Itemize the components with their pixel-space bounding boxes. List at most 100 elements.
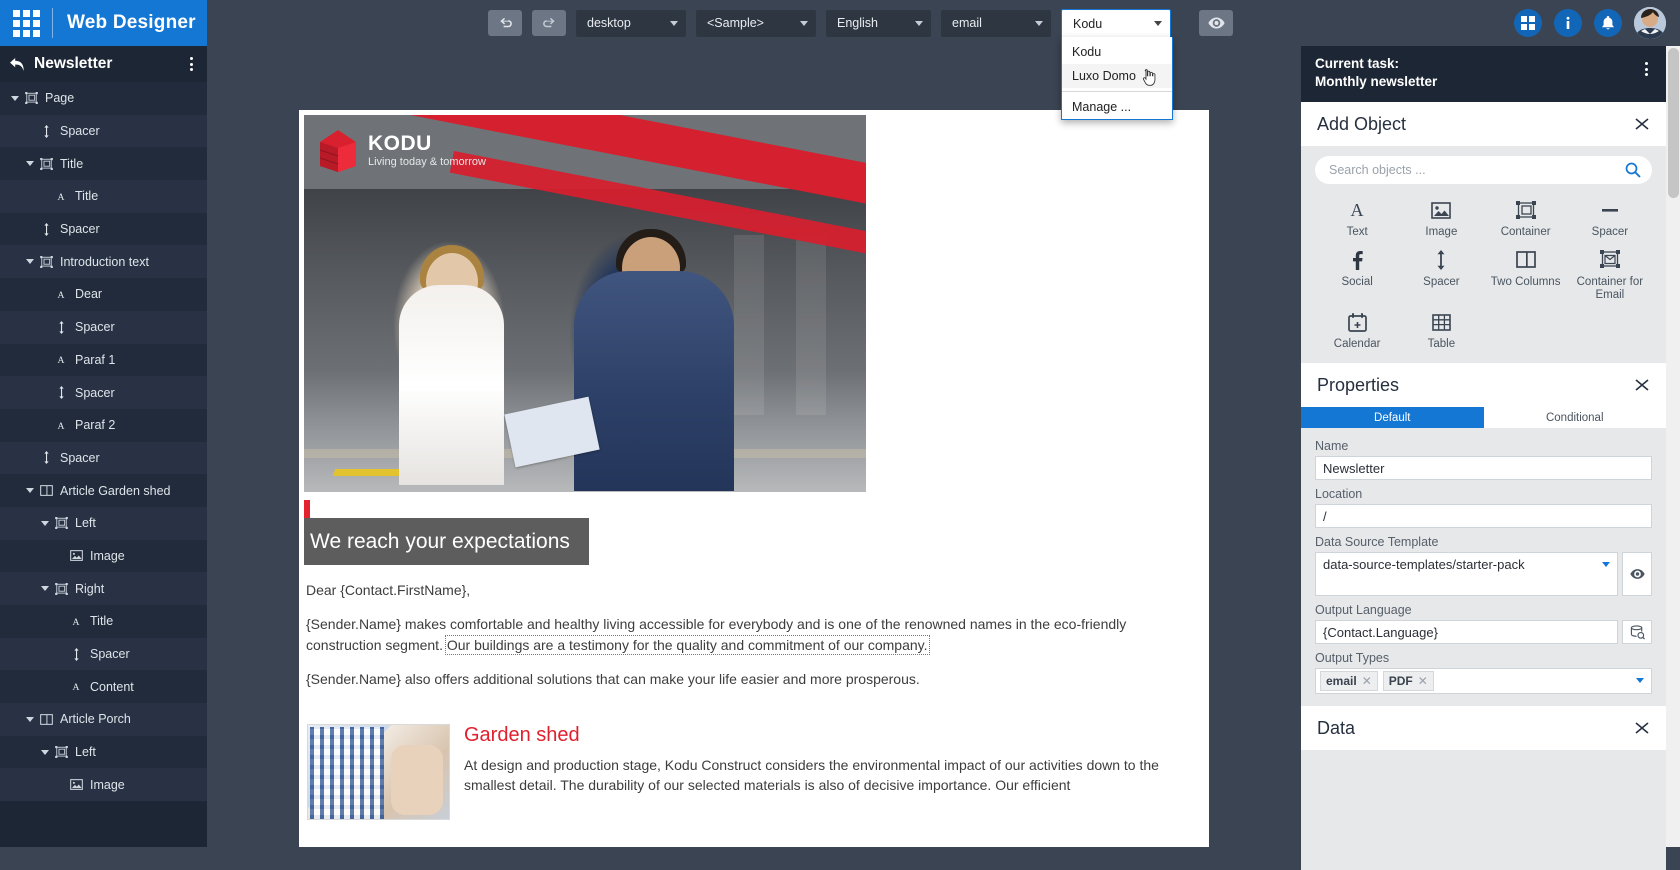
tree-item-spacer[interactable]: Spacer — [0, 310, 207, 344]
add-object-text[interactable]: A Text — [1315, 198, 1399, 239]
tree-item-right[interactable]: Right — [0, 572, 207, 605]
tree-expand-toggle[interactable] — [23, 259, 37, 265]
chevron-down-icon — [41, 586, 49, 592]
scrollbar-thumb[interactable] — [1668, 48, 1679, 198]
add-object-two-columns[interactable]: Two Columns — [1484, 248, 1568, 302]
notifications-bell-icon[interactable] — [1594, 9, 1622, 37]
tab-conditional[interactable]: Conditional — [1483, 407, 1666, 429]
brand-select[interactable]: Kodu — [1061, 8, 1171, 38]
location-field[interactable]: / — [1315, 504, 1652, 529]
sample-select[interactable]: <Sample> — [696, 9, 816, 37]
tree-item-title[interactable]: A Title — [0, 605, 207, 638]
add-object-title: Add Object — [1317, 113, 1407, 134]
data-source-template-select[interactable]: data-source-templates/starter-pack — [1315, 552, 1618, 597]
more-vertical-icon[interactable] — [186, 53, 197, 75]
redo-icon[interactable] — [532, 10, 566, 36]
chevron-collapse-icon[interactable] — [1634, 720, 1650, 736]
tree-item-spacer[interactable]: Spacer — [0, 637, 207, 671]
search-icon[interactable] — [1625, 162, 1641, 179]
paragraph-intro[interactable]: {Sender.Name} makes comfortable and heal… — [306, 614, 1202, 655]
add-object-calendar[interactable]: Calendar — [1315, 310, 1399, 351]
apps-grid-icon[interactable] — [0, 0, 52, 46]
close-icon[interactable]: ✕ — [1362, 674, 1372, 688]
info-icon[interactable] — [1554, 9, 1582, 37]
output-select[interactable]: email — [941, 9, 1051, 37]
tree-item-paraf-2[interactable]: A Paraf 2 — [0, 408, 207, 442]
tree-expand-toggle[interactable] — [38, 586, 52, 592]
page-scrollbar[interactable] — [1666, 46, 1680, 847]
chevron-down-icon[interactable] — [1636, 678, 1644, 684]
tree-expand-toggle[interactable] — [38, 749, 52, 755]
paragraph-greeting[interactable]: Dear {Contact.FirstName}, — [306, 580, 1202, 600]
user-avatar[interactable] — [1634, 7, 1666, 39]
tree-expand-toggle[interactable] — [23, 716, 37, 722]
tree-item-dear[interactable]: A Dear — [0, 278, 207, 311]
design-canvas[interactable]: KODU Living today & tomorrow We reach yo… — [207, 46, 1301, 847]
device-select[interactable]: desktop — [576, 9, 686, 37]
eye-icon[interactable] — [1199, 10, 1233, 36]
article-garden-shed[interactable]: Garden shed At design and production sta… — [307, 724, 1197, 820]
output-types-field[interactable]: email ✕ PDF ✕ — [1315, 668, 1652, 695]
tree-item-image[interactable]: Image — [0, 768, 207, 802]
tree-item-article-garden-shed[interactable]: Article Garden shed — [0, 474, 207, 507]
more-vertical-icon[interactable] — [1641, 58, 1652, 80]
add-object-spacer-line[interactable]: Spacer — [1568, 198, 1652, 239]
tree-expand-toggle[interactable] — [23, 488, 37, 494]
tree-item-content[interactable]: A Content — [0, 670, 207, 704]
add-object-table[interactable]: Table — [1399, 310, 1483, 351]
facebook-icon — [1350, 248, 1364, 272]
output-language-field[interactable]: {Contact.Language} — [1315, 620, 1618, 645]
tree-item-introduction-text[interactable]: Introduction text — [0, 245, 207, 279]
paragraph-selected-sentence[interactable]: Our buildings are a testimony for the qu… — [444, 634, 930, 655]
container-icon — [22, 92, 40, 105]
tree-item-spacer[interactable]: Spacer — [0, 114, 207, 148]
tree-item-spacer[interactable]: Spacer — [0, 212, 207, 246]
apps-icon[interactable] — [1514, 9, 1542, 37]
name-field[interactable]: Newsletter — [1315, 456, 1652, 481]
tree-item-page[interactable]: Page — [0, 82, 207, 115]
back-arrow-icon[interactable] — [10, 57, 30, 71]
tree-item-title[interactable]: A Title — [0, 180, 207, 213]
tree-expand-toggle[interactable] — [23, 161, 37, 167]
tree-item-article-porch[interactable]: Article Porch — [0, 703, 207, 736]
properties-header: Properties — [1301, 363, 1666, 408]
paragraph-additional[interactable]: {Sender.Name} also offers additional sol… — [306, 669, 1202, 689]
brand-option-kodu[interactable]: Kodu — [1062, 40, 1172, 64]
search-input[interactable] — [1315, 156, 1652, 185]
tree-item-left[interactable]: Left — [0, 506, 207, 540]
article-text[interactable]: At design and production stage, Kodu Con… — [464, 755, 1197, 796]
add-object-container-email[interactable]: Container for Email — [1568, 248, 1652, 302]
chevron-collapse-icon[interactable] — [1634, 377, 1650, 393]
article-title[interactable]: Garden shed — [464, 724, 1197, 747]
tree-item-paraf-1[interactable]: A Paraf 1 — [0, 343, 207, 377]
close-icon[interactable]: ✕ — [1418, 674, 1428, 688]
hero-title-band[interactable]: We reach your expectations — [304, 518, 589, 565]
chevron-collapse-icon[interactable] — [1634, 116, 1650, 132]
tab-default[interactable]: Default — [1301, 407, 1484, 429]
tree-item-spacer[interactable]: Spacer — [0, 376, 207, 409]
svg-text:A: A — [73, 682, 80, 693]
article-image[interactable] — [307, 724, 450, 820]
tree-expand-toggle[interactable] — [8, 95, 22, 101]
tree-expand-toggle[interactable] — [38, 520, 52, 526]
add-object-spacer[interactable]: Spacer — [1399, 248, 1483, 302]
output-type-chip[interactable]: email ✕ — [1320, 671, 1378, 692]
brand-option-manage[interactable]: Manage ... — [1062, 95, 1172, 119]
tree-item-left[interactable]: Left — [0, 735, 207, 769]
data-source-preview-button[interactable] — [1622, 552, 1652, 597]
tree-item-image[interactable]: Image — [0, 539, 207, 573]
add-object-image[interactable]: Image — [1399, 198, 1483, 239]
tree-item-title[interactable]: Title — [0, 147, 207, 181]
spacer-icon — [67, 647, 85, 661]
email-page[interactable]: KODU Living today & tomorrow We reach yo… — [299, 110, 1209, 847]
brand-option-luxo-domo[interactable]: Luxo Domo — [1062, 63, 1172, 88]
add-object-container[interactable]: Container — [1484, 198, 1568, 239]
tree-item-spacer[interactable]: Spacer — [0, 441, 207, 475]
database-search-button[interactable] — [1622, 620, 1652, 645]
hero-image[interactable]: KODU Living today & tomorrow — [304, 115, 866, 492]
current-task-header: Current task: Monthly newsletter — [1301, 46, 1666, 103]
output-type-chip[interactable]: PDF ✕ — [1382, 671, 1434, 692]
undo-icon[interactable] — [488, 10, 522, 36]
language-select[interactable]: English — [826, 9, 931, 37]
add-object-social[interactable]: Social — [1315, 248, 1399, 302]
